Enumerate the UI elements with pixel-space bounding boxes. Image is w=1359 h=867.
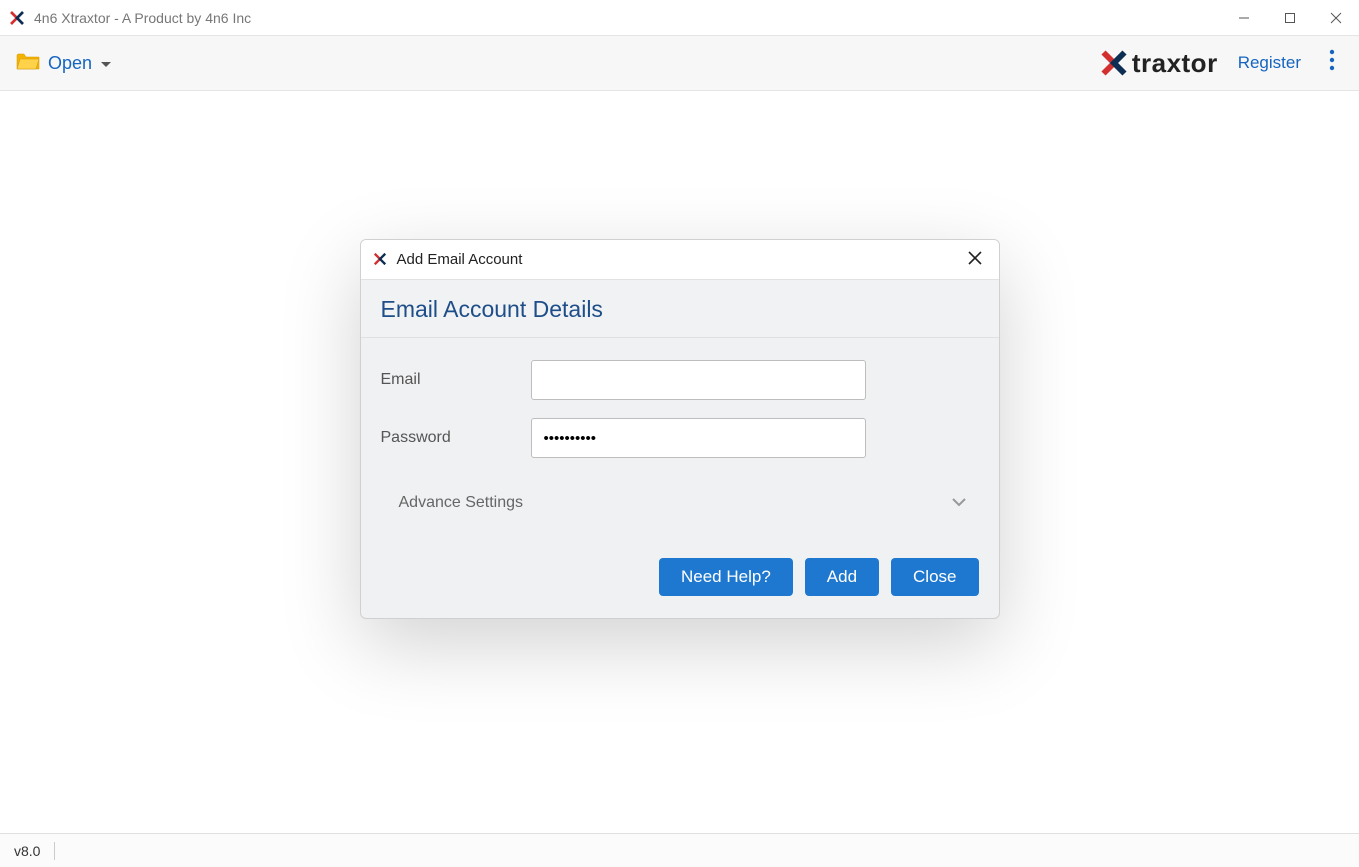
need-help-button[interactable]: Need Help? — [659, 558, 793, 596]
advance-settings-label: Advance Settings — [399, 494, 524, 512]
email-row: Email — [381, 360, 979, 400]
brand-x-icon — [1100, 49, 1128, 77]
status-bar: v8.0 — [0, 833, 1359, 867]
dialog-footer: Need Help? Add Close — [361, 532, 999, 618]
dialog-app-icon — [373, 252, 389, 268]
add-button[interactable]: Add — [805, 558, 879, 596]
app-x-icon — [8, 9, 26, 27]
open-menu-button[interactable]: Open — [16, 51, 112, 76]
folder-icon — [16, 51, 40, 76]
add-email-account-dialog: Add Email Account Email Account Details … — [360, 239, 1000, 619]
dialog-title: Add Email Account — [397, 251, 523, 268]
password-row: Password — [381, 418, 979, 458]
password-label: Password — [381, 429, 531, 447]
register-link[interactable]: Register — [1238, 53, 1301, 73]
brand-logo: traxtor — [1100, 48, 1218, 79]
dialog-close-button[interactable] — [963, 246, 987, 274]
window-titlebar: 4n6 Xtraxtor - A Product by 4n6 Inc — [0, 0, 1359, 36]
window-title: 4n6 Xtraxtor - A Product by 4n6 Inc — [34, 10, 251, 26]
dropdown-caret-icon — [100, 53, 112, 74]
version-label: v8.0 — [14, 843, 40, 859]
email-field[interactable] — [531, 360, 866, 400]
email-label: Email — [381, 371, 531, 389]
dialog-titlebar: Add Email Account — [361, 240, 999, 280]
password-field[interactable] — [531, 418, 866, 458]
dialog-header: Email Account Details — [361, 280, 999, 338]
open-label: Open — [48, 53, 92, 74]
window-minimize-button[interactable] — [1221, 0, 1267, 36]
toolbar: Open traxtor Register — [0, 36, 1359, 91]
status-divider — [54, 842, 55, 860]
advance-settings-toggle[interactable]: Advance Settings — [381, 476, 979, 520]
main-area: Add Email Account Email Account Details … — [0, 91, 1359, 833]
chevron-down-icon — [951, 494, 967, 512]
dialog-backdrop: Add Email Account Email Account Details … — [0, 91, 1359, 833]
close-button[interactable]: Close — [891, 558, 978, 596]
brand-name: traxtor — [1132, 48, 1218, 79]
window-close-button[interactable] — [1313, 0, 1359, 36]
dialog-body: Email Password Advance Settings — [361, 338, 999, 532]
more-menu-button[interactable] — [1321, 45, 1343, 81]
window-maximize-button[interactable] — [1267, 0, 1313, 36]
window-controls — [1221, 0, 1359, 36]
